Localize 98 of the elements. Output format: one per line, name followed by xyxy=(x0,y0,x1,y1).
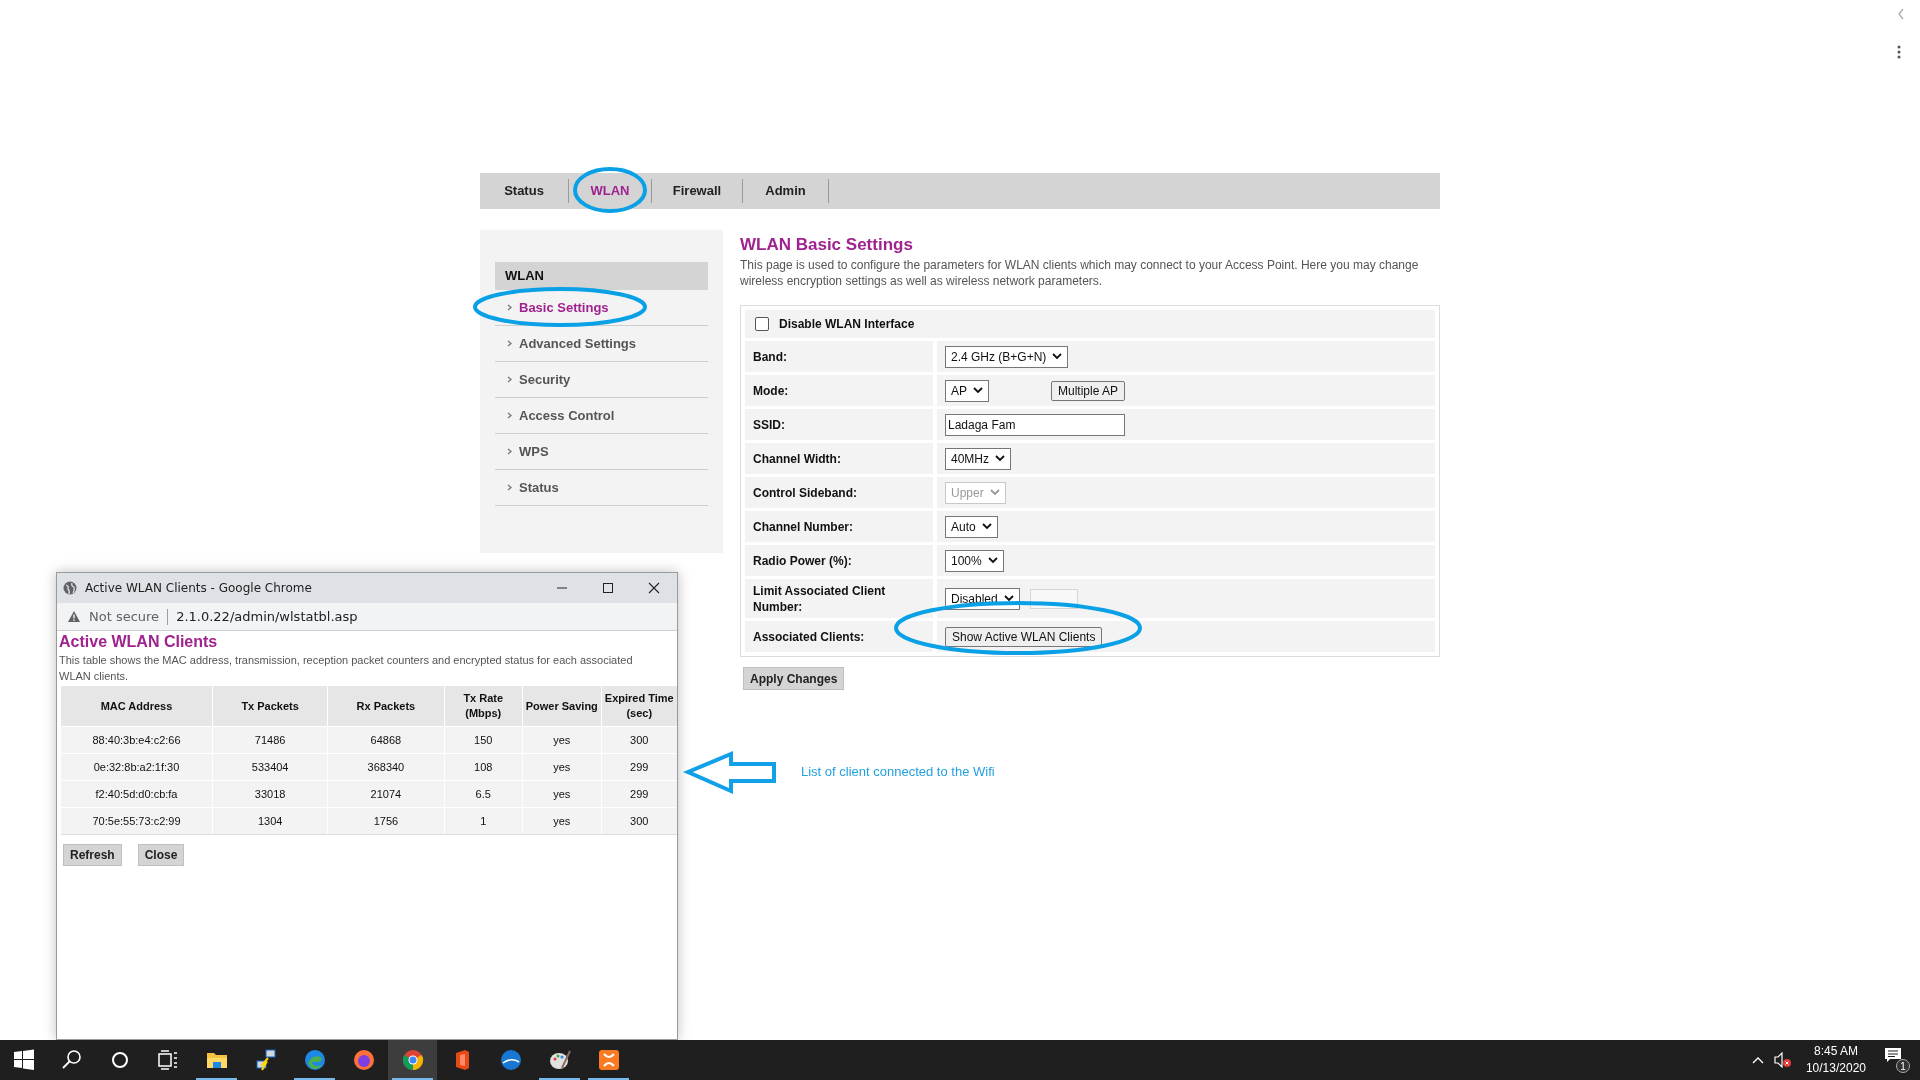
page-description: This page is used to configure the parameters for WLAN clients which may connect to your Access Point. Here you may change wireless encryption settings as well as wireless network parameters. xyxy=(740,257,1420,289)
table-cell: 0e:32:8b:a2:1f:30 xyxy=(61,754,212,780)
table-cell: 71486 xyxy=(213,727,328,753)
nav-tab[interactable]: Firewall xyxy=(652,173,742,209)
nav-tab[interactable]: WLAN xyxy=(569,173,651,209)
field-label: Mode: xyxy=(753,382,790,399)
table-cell: 1 xyxy=(444,808,522,834)
dropdown[interactable]: Auto xyxy=(945,515,998,538)
globe-icon xyxy=(63,581,77,595)
table-cell: 108 xyxy=(444,754,522,780)
dropdown[interactable]: 40MHz xyxy=(945,447,1011,470)
table-cell: yes xyxy=(523,754,601,780)
kebab-menu-icon[interactable] xyxy=(1897,45,1901,59)
url-text[interactable]: 2.1.0.22/admin/wlstatbl.asp xyxy=(176,606,358,627)
apply-changes-button[interactable]: Apply Changes xyxy=(743,667,845,690)
column-header: Expired Time (sec) xyxy=(601,686,677,726)
chevron-icon xyxy=(507,412,512,419)
table-cell: yes xyxy=(523,727,601,753)
chevron-icon xyxy=(507,376,512,383)
field-label: Associated Clients: xyxy=(753,628,866,645)
sidebar-link[interactable]: Advanced Settings xyxy=(519,333,637,354)
speaker-muted-icon[interactable] xyxy=(1773,1052,1792,1068)
notification-count-badge: 1 xyxy=(1896,1059,1910,1073)
sidebar-link[interactable]: WPS xyxy=(519,441,549,462)
dropdown[interactable]: AP xyxy=(945,379,989,402)
windows-logo-icon[interactable] xyxy=(12,1048,36,1072)
caret-icon xyxy=(1052,353,1063,360)
caret-icon xyxy=(973,387,983,394)
column-header: Rx Packets xyxy=(328,686,444,726)
caret-icon xyxy=(987,557,998,564)
chevron-icon xyxy=(507,448,512,455)
table-cell: 33018 xyxy=(213,781,328,807)
column-header: MAC Address xyxy=(61,686,212,726)
chevron-icon xyxy=(507,340,512,347)
table-cell: 70:5e:55:73:c2:99 xyxy=(61,808,212,834)
field-label: Channel Number: xyxy=(753,518,854,535)
notifications-icon[interactable] xyxy=(1884,1047,1902,1063)
caret-icon xyxy=(989,489,1000,496)
column-header: Power Saving xyxy=(523,686,601,726)
chevron-up-icon[interactable] xyxy=(1751,1056,1764,1064)
popup-button[interactable]: Close xyxy=(137,844,185,866)
table-cell: 299 xyxy=(601,781,677,807)
table-cell: 88:40:3b:e4:c2:66 xyxy=(61,727,212,753)
dropdown[interactable]: 100% xyxy=(945,549,1004,572)
sidebar-link[interactable]: Status xyxy=(519,477,559,498)
text-field[interactable]: Ladaga Fam xyxy=(945,413,1125,436)
warning-icon[interactable] xyxy=(67,610,81,623)
dropdown: Upper xyxy=(945,481,1006,504)
sidebar-link[interactable]: Access Control xyxy=(519,405,615,426)
table-cell: 1756 xyxy=(328,808,444,834)
table-cell: f2:40:5d:d0:cb:fa xyxy=(61,781,212,807)
multiple-ap-button[interactable]: Multiple AP xyxy=(1051,380,1126,401)
window-title: Active WLAN Clients - Google Chrome xyxy=(85,580,312,597)
table-cell: 300 xyxy=(601,808,677,834)
table-cell: 300 xyxy=(601,727,677,753)
show-clients-button[interactable]: Show Active WLAN Clients xyxy=(945,626,1103,647)
clock-date[interactable]: 10/13/2020 xyxy=(1805,1060,1866,1077)
clock-time[interactable]: 8:45 AM xyxy=(1813,1043,1858,1060)
nav-tab[interactable]: Status xyxy=(480,173,568,209)
task-view-icon[interactable] xyxy=(156,1048,180,1072)
field-label: SSID: xyxy=(753,416,786,433)
sidebar-link[interactable]: Security xyxy=(519,369,571,390)
table-cell: 6.5 xyxy=(444,781,522,807)
chevron-icon xyxy=(507,304,512,311)
sidebar-link[interactable]: Basic Settings xyxy=(519,297,609,318)
table-cell: yes xyxy=(523,781,601,807)
table-cell: 150 xyxy=(444,727,522,753)
field-label: Channel Width: xyxy=(753,450,842,467)
arrow-icon xyxy=(682,751,776,795)
popup-description: This table shows the MAC address, transmission, reception packet counters and encrypted status for each associated WLAN clients. xyxy=(59,653,634,684)
table-cell: 533404 xyxy=(213,754,328,780)
field-label: Radio Power (%): xyxy=(753,552,853,569)
table-cell: 1304 xyxy=(213,808,328,834)
field-label: Limit Associated Client Number: xyxy=(753,582,887,615)
popup-button[interactable]: Refresh xyxy=(63,844,122,866)
column-header: Tx Rate (Mbps) xyxy=(444,686,522,726)
table-cell: 21074 xyxy=(328,781,444,807)
nav-tab[interactable]: Admin xyxy=(743,173,828,209)
checkbox-label: Disable WLAN Interface xyxy=(779,316,915,333)
chevron-icon xyxy=(507,484,512,491)
table-cell: 368340 xyxy=(328,754,444,780)
column-header: Tx Packets xyxy=(213,686,328,726)
dropdown[interactable]: 2.4 GHz (B+G+N) xyxy=(945,345,1069,368)
security-label[interactable]: Not secure xyxy=(89,606,160,627)
caret-icon xyxy=(995,455,1005,462)
popup-heading: Active WLAN Clients xyxy=(59,632,219,652)
table-cell: 299 xyxy=(601,754,677,780)
checkbox[interactable] xyxy=(755,317,769,331)
table-cell: 64868 xyxy=(328,727,444,753)
field-label: Band: xyxy=(753,348,788,365)
caret-icon xyxy=(981,523,992,530)
caret-icon xyxy=(1003,595,1014,602)
annotation-text: List of client connected to the Wifi xyxy=(801,763,995,781)
field-label: Control Sideband: xyxy=(753,484,858,501)
sidebar-header: WLAN xyxy=(495,262,708,290)
chrome-icon[interactable] xyxy=(388,1040,437,1080)
table-cell: yes xyxy=(523,808,601,834)
page-title: WLAN Basic Settings xyxy=(740,235,914,255)
